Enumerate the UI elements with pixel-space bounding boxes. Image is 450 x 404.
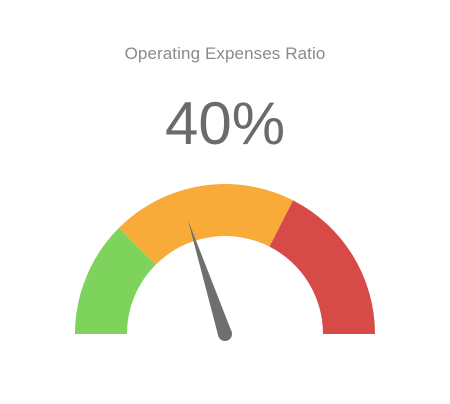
gauge-widget: Operating Expenses Ratio 40% <box>0 0 450 404</box>
gauge-band-3 <box>269 200 375 334</box>
gauge-needle-body <box>187 219 232 337</box>
gauge-chart <box>75 183 375 341</box>
gauge-needle-hub <box>218 327 232 341</box>
gauge-needle <box>187 219 232 341</box>
gauge-band-2 <box>118 183 294 265</box>
